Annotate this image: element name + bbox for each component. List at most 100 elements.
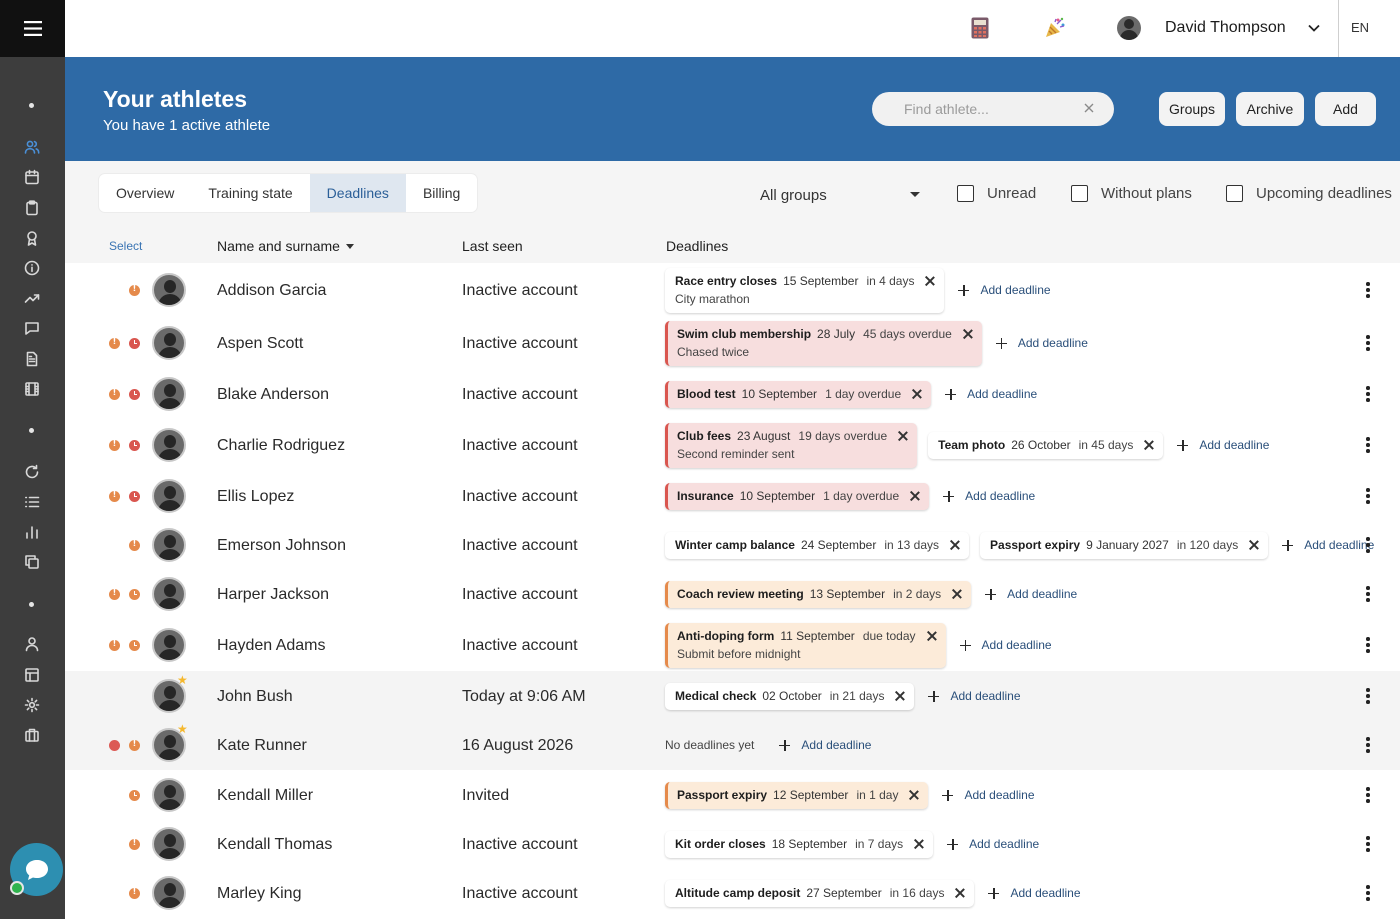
deadline-chip[interactable]: Swim club membership 28 July 45 days overd… — [665, 320, 982, 366]
athlete-name[interactable]: Emerson Johnson — [217, 537, 346, 555]
bar-chart-icon[interactable] — [20, 520, 44, 544]
avatar[interactable] — [152, 827, 186, 861]
avatar[interactable] — [152, 326, 186, 360]
athlete-name[interactable]: Ellis Lopez — [217, 488, 294, 506]
remove-deadline-icon[interactable] — [909, 790, 919, 800]
more-options-icon[interactable] — [1366, 688, 1370, 704]
table-row[interactable]: Marley King Inactive account Altitude camp… — [65, 868, 1400, 918]
party-popper-icon[interactable] — [1041, 14, 1069, 42]
athlete-name[interactable]: Kate Runner — [217, 737, 307, 755]
avatar[interactable] — [152, 273, 186, 307]
users-icon[interactable] — [20, 135, 44, 159]
unread-checkbox[interactable]: Unread — [957, 185, 1036, 202]
athlete-name[interactable]: Aspen Scott — [217, 335, 303, 353]
add-deadline-button[interactable]: Add deadline — [945, 387, 1037, 401]
more-options-icon[interactable] — [1366, 637, 1370, 653]
archive-button[interactable]: Archive — [1236, 92, 1304, 126]
add-deadline-button[interactable]: Add deadline — [959, 638, 1052, 652]
deadline-chip[interactable]: Team photo 26 October in 45 days — [928, 431, 1164, 459]
remove-deadline-icon[interactable] — [952, 589, 962, 599]
calculator-icon[interactable] — [966, 14, 994, 42]
table-row[interactable]: Ellis Lopez Inactive account Insurance 10 S… — [65, 471, 1400, 521]
athlete-name[interactable]: Harper Jackson — [217, 586, 329, 604]
remove-deadline-icon[interactable] — [925, 276, 935, 286]
remove-deadline-icon[interactable] — [914, 839, 924, 849]
remove-deadline-icon[interactable] — [1144, 440, 1154, 450]
remove-deadline-icon[interactable] — [950, 540, 960, 550]
add-deadline-button[interactable]: Add deadline — [988, 886, 1081, 900]
table-row[interactable]: ★ Kate Runner 16 August 2026 No deadlines y… — [65, 720, 1400, 770]
remove-deadline-icon[interactable] — [1249, 540, 1259, 550]
avatar[interactable] — [152, 528, 186, 562]
athlete-name[interactable]: Addison Garcia — [217, 282, 326, 300]
remove-deadline-icon[interactable] — [898, 431, 908, 441]
deadline-chip[interactable]: Blood test 10 September 1 day overdue — [665, 380, 932, 408]
athlete-name[interactable]: Hayden Adams — [217, 637, 326, 655]
table-row[interactable]: Emerson Johnson Inactive account Winter ca… — [65, 520, 1400, 570]
name-column-header[interactable]: Name and surname — [217, 238, 354, 254]
tab-billing[interactable]: Billing — [406, 174, 477, 212]
table-row[interactable]: Charlie Rodriguez Inactive account Club fe… — [65, 420, 1400, 470]
group-select[interactable]: All groups — [760, 185, 920, 205]
add-deadline-button[interactable]: Add deadline — [943, 489, 1035, 503]
deadline-chip[interactable]: Coach review meeting 13 September in 2 day… — [665, 580, 972, 608]
language-selector[interactable]: EN — [1351, 20, 1369, 35]
table-row[interactable]: Blake Anderson Inactive account Blood test… — [65, 369, 1400, 419]
add-deadline-button[interactable]: Add deadline — [928, 689, 1021, 703]
deadline-chip[interactable]: Club fees 23 August 19 days overdue Second … — [665, 422, 918, 468]
remove-deadline-icon[interactable] — [955, 888, 965, 898]
list-icon[interactable] — [20, 490, 44, 514]
tab-deadlines[interactable]: Deadlines — [309, 174, 406, 212]
add-deadline-button[interactable]: Add deadline — [958, 283, 1051, 297]
athlete-name[interactable]: Charlie Rodriguez — [217, 437, 345, 455]
deadline-chip[interactable]: Passport expiry 9 January 2027 in 120 days — [980, 531, 1269, 559]
message-icon[interactable] — [20, 316, 44, 340]
table-row[interactable]: Kendall Miller Invited Passport expiry 12 S… — [65, 770, 1400, 820]
deadline-chip[interactable]: Passport expiry 12 September in 1 day — [665, 781, 929, 809]
checkbox-box[interactable] — [957, 185, 974, 202]
clear-search-icon[interactable] — [1082, 101, 1096, 115]
more-options-icon[interactable] — [1366, 437, 1370, 453]
avatar[interactable] — [152, 876, 186, 910]
add-athlete-button[interactable]: Add — [1315, 92, 1376, 126]
film-icon[interactable] — [20, 377, 44, 401]
tab-training-state[interactable]: Training state — [191, 174, 309, 212]
add-deadline-button[interactable]: Add deadline — [942, 788, 1035, 802]
more-options-icon[interactable] — [1366, 836, 1370, 852]
deadline-chip[interactable]: Insurance 10 September 1 day overdue — [665, 482, 930, 510]
info-icon[interactable] — [20, 256, 44, 280]
deadline-chip[interactable]: Race entry closes 15 September in 4 days Ci… — [665, 267, 945, 313]
layout-icon[interactable] — [20, 663, 44, 687]
table-row[interactable]: Hayden Adams Inactive account Anti-doping … — [65, 620, 1400, 670]
copy-icon[interactable] — [20, 550, 44, 574]
table-row[interactable]: Addison Garcia Inactive account Race entry… — [65, 265, 1400, 315]
checkbox-box[interactable] — [1226, 185, 1243, 202]
table-row[interactable]: ★ John Bush Today at 9:06 AM Medical check 0… — [65, 671, 1400, 720]
without-plans-checkbox[interactable]: Without plans — [1071, 185, 1192, 202]
remove-deadline-icon[interactable] — [910, 491, 920, 501]
refresh-icon[interactable] — [20, 460, 44, 484]
award-icon[interactable] — [20, 226, 44, 250]
add-deadline-button[interactable]: Add deadline — [1177, 438, 1269, 452]
add-deadline-button[interactable]: Add deadline — [779, 738, 871, 752]
remove-deadline-icon[interactable] — [912, 389, 922, 399]
more-options-icon[interactable] — [1366, 787, 1370, 803]
tab-overview[interactable]: Overview — [99, 174, 191, 212]
more-options-icon[interactable] — [1366, 885, 1370, 901]
more-options-icon[interactable] — [1366, 282, 1370, 298]
briefcase-icon[interactable] — [20, 723, 44, 747]
select-column-header[interactable]: Select — [109, 239, 142, 253]
avatar[interactable] — [152, 377, 186, 411]
settings-icon[interactable] — [20, 693, 44, 717]
hamburger-menu-button[interactable] — [0, 0, 65, 57]
deadline-chip[interactable]: Medical check 02 October in 21 days — [665, 682, 915, 710]
deadline-chip[interactable]: Winter camp balance 24 September in 13 day… — [665, 531, 970, 559]
avatar[interactable] — [152, 479, 186, 513]
athlete-name[interactable]: Blake Anderson — [217, 386, 329, 404]
athlete-name[interactable]: Marley King — [217, 885, 301, 903]
avatar[interactable] — [152, 577, 186, 611]
search-input[interactable] — [904, 101, 1074, 117]
remove-deadline-icon[interactable] — [895, 691, 905, 701]
deadline-chip[interactable]: Altitude camp deposit 27 September in 16 d… — [665, 879, 975, 907]
add-deadline-button[interactable]: Add deadline — [995, 336, 1088, 350]
